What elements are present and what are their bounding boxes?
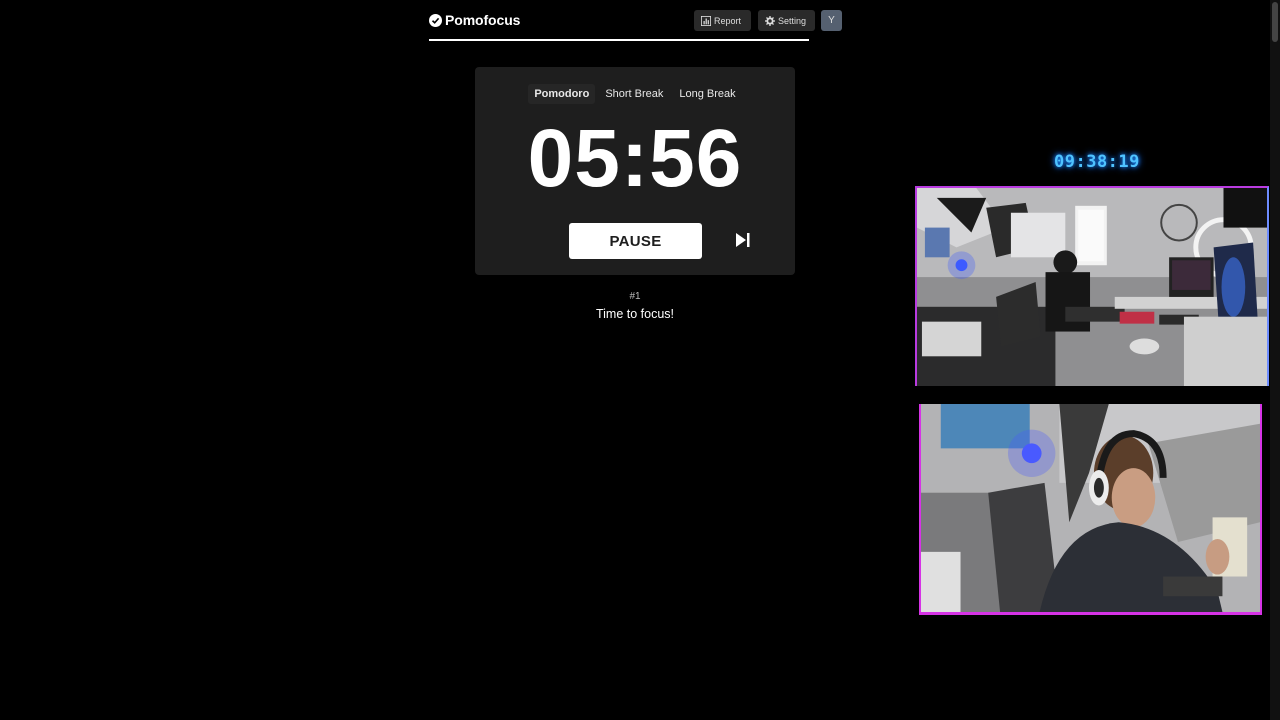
round-counter: #1: [629, 291, 641, 302]
pause-button[interactable]: PAUSE: [569, 223, 702, 259]
report-label: Report: [714, 15, 742, 26]
setting-label: Setting: [778, 15, 807, 26]
webcam-face-view: [919, 404, 1262, 615]
gear-icon: [765, 15, 775, 26]
app-name: Pomofocus: [445, 12, 521, 28]
mode-tabs: Pomodoro Short Break Long Break: [475, 84, 795, 104]
webcam-room-view: [915, 186, 1269, 386]
tab-pomodoro[interactable]: Pomodoro: [528, 84, 596, 104]
scrollbar[interactable]: [1270, 0, 1280, 720]
top-nav: Pomofocus Report Setting Y: [429, 10, 842, 32]
session-progress-bar: [429, 39, 809, 41]
report-button[interactable]: Report: [694, 10, 751, 31]
bar-chart-icon: [701, 15, 711, 26]
stream-clock: 09:38:19: [1054, 152, 1140, 172]
setting-button[interactable]: Setting: [758, 10, 815, 31]
skip-next-icon[interactable]: [734, 231, 752, 249]
check-circle-icon: [429, 13, 442, 27]
avatar[interactable]: Y: [821, 10, 842, 31]
scrollbar-thumb[interactable]: [1272, 2, 1278, 42]
timer-card: Pomodoro Short Break Long Break 05:56 PA…: [475, 67, 795, 275]
focus-message: Time to focus!: [595, 307, 675, 321]
app-logo[interactable]: Pomofocus: [429, 10, 520, 30]
tab-long-break[interactable]: Long Break: [673, 84, 741, 104]
timer-display: 05:56: [527, 113, 743, 204]
tab-short-break[interactable]: Short Break: [599, 84, 669, 104]
session-progress-fill: [429, 39, 809, 41]
